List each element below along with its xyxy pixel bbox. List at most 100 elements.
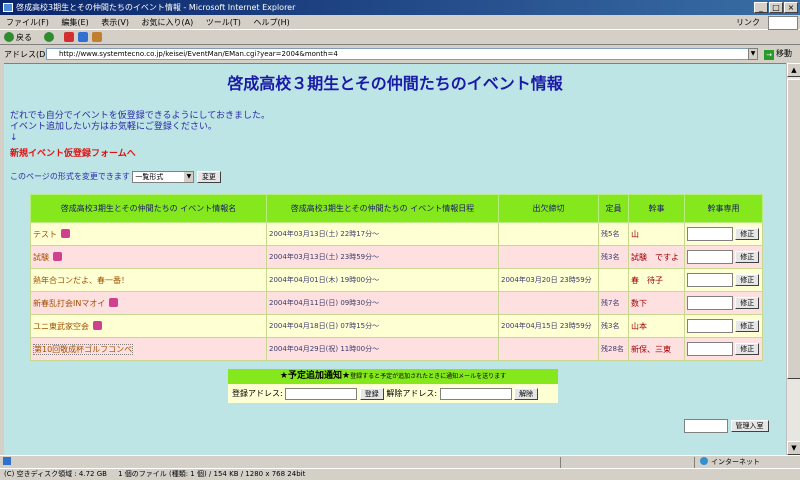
- admin-password-input[interactable]: [687, 273, 733, 287]
- event-organizer: 山本: [628, 314, 685, 338]
- event-name-link[interactable]: テスト: [33, 230, 57, 239]
- menu-tools[interactable]: ツール(T): [206, 18, 241, 27]
- minimize-button[interactable]: _: [754, 2, 768, 13]
- event-date: 2004年03月13日(土) 23時59分～: [266, 245, 499, 269]
- format-change-button[interactable]: 変更: [196, 170, 221, 183]
- address-input[interactable]: http://www.systemtecno.co.jp/keisei/Even…: [46, 48, 758, 60]
- links-label[interactable]: リンク: [736, 15, 760, 30]
- event-name-cell[interactable]: テスト: [30, 222, 267, 246]
- globe-icon: [700, 457, 708, 465]
- page-title: 啓成高校３期生とその仲間たちのイベント情報: [227, 74, 563, 93]
- refresh-button[interactable]: [78, 32, 90, 43]
- people-icon: [53, 252, 62, 261]
- back-arrow-icon: [4, 32, 14, 42]
- scroll-thumb[interactable]: [787, 79, 800, 379]
- edit-button[interactable]: 修正: [735, 297, 760, 309]
- admin-login-button[interactable]: 管理入室: [730, 420, 769, 432]
- edit-button[interactable]: 修正: [735, 251, 760, 263]
- edit-button[interactable]: 修正: [735, 228, 760, 240]
- header-admin: 幹事専用: [684, 194, 763, 223]
- scroll-up-icon[interactable]: ▲: [787, 63, 800, 77]
- menu-view[interactable]: 表示(V): [101, 18, 129, 27]
- menu-file[interactable]: ファイル(F): [6, 18, 49, 27]
- event-name-link[interactable]: 熱年合コンだよ、春一番！: [33, 276, 129, 285]
- people-icon: [61, 229, 70, 238]
- stop-button[interactable]: [64, 32, 76, 43]
- event-name-cell[interactable]: 新春乱打会INマオイ: [30, 291, 267, 315]
- address-dropdown-icon[interactable]: ▼: [748, 48, 758, 60]
- forward-arrow-icon: [44, 32, 54, 42]
- refresh-icon: [78, 32, 88, 42]
- event-organizer: 春 待子: [628, 268, 685, 292]
- edit-button[interactable]: 修正: [735, 274, 760, 286]
- event-capacity: 残5名: [598, 222, 629, 246]
- toolbar: 戻る: [0, 30, 800, 45]
- intro-text: だれでも自分でイベントを仮登録できるようにしておきました。 イベント追加したい方…: [10, 111, 270, 144]
- header-event-name: 啓成高校3期生とその仲間たちの イベント情報名: [30, 194, 267, 223]
- maximize-button[interactable]: □: [769, 2, 783, 13]
- notify-panel: ★予定追加通知★登録すると予定が追加されたときに通知メールを送ります 登録アドレ…: [228, 369, 558, 403]
- file-info: 1 個のファイル (種類: 1 個) / 154 KB / 1280 x 768…: [118, 470, 306, 478]
- window-titlebar[interactable]: 啓成高校3期生とその仲間たちのイベント情報 - Microsoft Intern…: [0, 0, 800, 15]
- event-deadline: [498, 291, 599, 315]
- go-button[interactable]: → 移動: [764, 48, 792, 60]
- event-name-link[interactable]: ユニ東武家空会: [33, 322, 89, 331]
- edit-button[interactable]: 修正: [735, 320, 760, 332]
- back-button[interactable]: 戻る: [4, 32, 32, 43]
- status-divider: [694, 457, 695, 468]
- menu-help[interactable]: ヘルプ(H): [253, 18, 289, 27]
- header-organizer: 幹事: [628, 194, 685, 223]
- admin-cell: 修正: [684, 314, 763, 338]
- menu-edit[interactable]: 編集(E): [61, 18, 88, 27]
- window-controls: _ □ ×: [754, 2, 798, 13]
- unregister-address-input[interactable]: [439, 387, 512, 400]
- admin-password-input[interactable]: [687, 227, 733, 241]
- close-button[interactable]: ×: [784, 2, 798, 13]
- vertical-scrollbar[interactable]: ▲ ▼: [786, 63, 800, 455]
- scroll-down-icon[interactable]: ▼: [787, 441, 800, 455]
- unregister-button[interactable]: 解除: [514, 387, 539, 400]
- admin-login-input[interactable]: [684, 419, 728, 433]
- status-divider: [560, 457, 561, 468]
- event-name-cell[interactable]: 第10回敬成杯ゴルフコンペ: [30, 337, 267, 361]
- event-organizer: 試験 ですよ: [628, 245, 685, 269]
- stop-icon: [64, 32, 74, 42]
- event-name-link[interactable]: 新春乱打会INマオイ: [33, 299, 105, 308]
- menu-favorites[interactable]: お気に入り(A): [142, 18, 194, 27]
- window-title: 啓成高校3期生とその仲間たちのイベント情報 - Microsoft Intern…: [16, 3, 296, 12]
- event-name-cell[interactable]: 熱年合コンだよ、春一番！: [30, 268, 267, 292]
- event-date: 2004年03月13日(土) 22時17分～: [266, 222, 499, 246]
- header-deadline: 出欠締切: [498, 194, 599, 223]
- register-form-link[interactable]: 新規イベント仮登録フォームへ: [10, 146, 136, 159]
- home-button[interactable]: [92, 32, 104, 43]
- admin-cell: 修正: [684, 245, 763, 269]
- admin-password-input[interactable]: [687, 250, 733, 264]
- page-viewport: 啓成高校３期生とその仲間たちのイベント情報 だれでも自分でイベントを仮登録できる…: [4, 63, 786, 455]
- event-name-link[interactable]: 試験: [33, 253, 49, 262]
- register-address-input[interactable]: [285, 387, 358, 400]
- event-capacity: 残7名: [598, 291, 629, 315]
- admin-cell: 修正: [684, 222, 763, 246]
- admin-password-input[interactable]: [687, 296, 733, 310]
- event-capacity: 残28名: [598, 337, 629, 361]
- admin-password-input[interactable]: [687, 319, 733, 333]
- address-label: アドレス(D): [4, 50, 49, 59]
- event-name-link[interactable]: 第10回敬成杯ゴルフコンペ: [33, 343, 134, 355]
- header-event-date: 啓成高校3期生とその仲間たちの イベント情報日程: [266, 194, 499, 223]
- admin-password-input[interactable]: [687, 342, 733, 356]
- forward-button[interactable]: [44, 32, 56, 43]
- go-label: 移動: [776, 49, 792, 58]
- shell-status-bar: (C) 空きディスク領域 : 4.72 GB 1 個のファイル (種類: 1 個…: [0, 468, 800, 480]
- register-address-label: 登録アドレス:: [232, 389, 283, 398]
- edit-button[interactable]: 修正: [735, 343, 760, 355]
- format-selected-value: 一覧形式: [135, 172, 164, 181]
- register-button[interactable]: 登録: [359, 387, 384, 400]
- format-select[interactable]: 一覧形式 ▼: [132, 170, 195, 183]
- windows-logo-icon: [768, 16, 798, 30]
- event-capacity: [598, 268, 629, 292]
- ie-icon: [3, 3, 13, 12]
- admin-cell: 修正: [684, 291, 763, 315]
- event-name-cell[interactable]: 試験: [30, 245, 267, 269]
- events-table: 啓成高校3期生とその仲間たちの イベント情報名 啓成高校3期生とその仲間たちの …: [30, 194, 763, 361]
- event-name-cell[interactable]: ユニ東武家空会: [30, 314, 267, 338]
